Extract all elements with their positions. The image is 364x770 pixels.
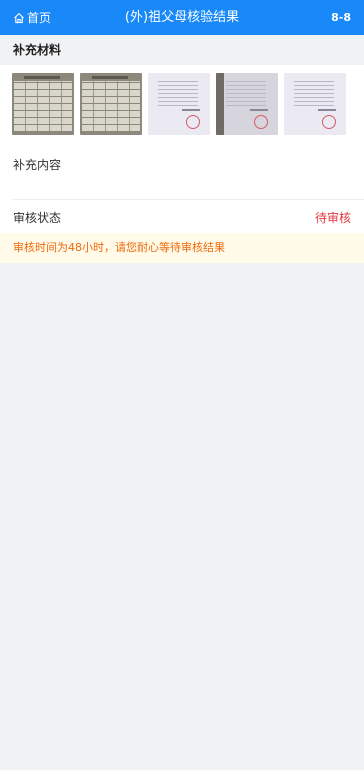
attachment-thumbnail[interactable] xyxy=(148,73,210,135)
attachment-thumbnail[interactable] xyxy=(80,73,142,135)
section-title: 补充材料 xyxy=(0,35,364,65)
attachment-thumbnail[interactable] xyxy=(284,73,346,135)
divider xyxy=(13,199,364,200)
review-status-label: 审核状态 xyxy=(13,211,62,225)
review-status-badge: 待审核 xyxy=(314,211,351,225)
page-title: (外)祖父母核验结果 xyxy=(124,10,240,25)
top-nav-bar: 首页 (外)祖父母核验结果 8-8 xyxy=(0,0,364,35)
supplement-label: 补充内容 xyxy=(13,158,62,172)
review-notice: 审核时间为48小时，请您耐心等待审核结果 xyxy=(0,233,364,263)
attachment-thumbnail[interactable] xyxy=(12,73,74,135)
attachment-thumbnails xyxy=(12,73,346,135)
materials-card: 补充内容 审核状态 待审核 xyxy=(0,65,364,233)
attachment-thumbnail[interactable] xyxy=(216,73,278,135)
page-code: 8-8 xyxy=(331,11,351,24)
